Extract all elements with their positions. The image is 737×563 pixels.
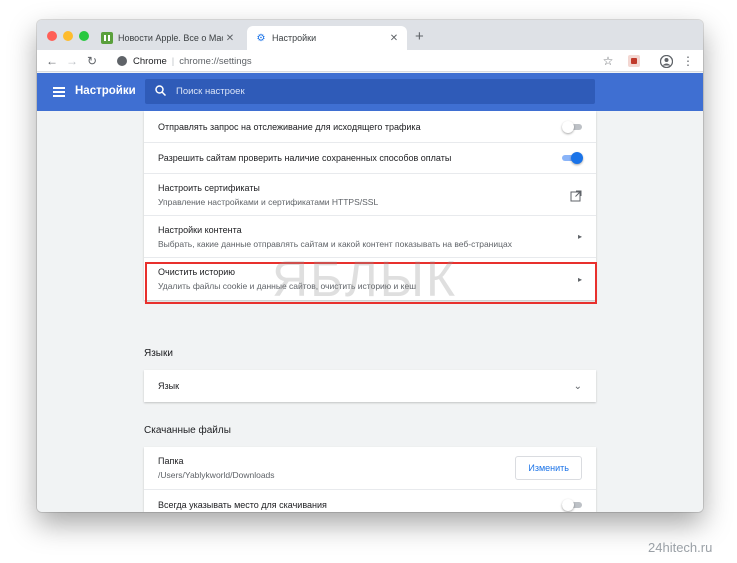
row-label: Язык <box>158 381 180 391</box>
row-sublabel: Выбрать, какие данные отправлять сайтам … <box>158 238 512 249</box>
certificates-row[interactable]: Настроить сертификаты Управление настрой… <box>144 173 596 215</box>
tab-news[interactable]: Новости Apple. Все о Mac, iPh ✕ <box>93 26 243 50</box>
languages-heading: Языки <box>144 348 173 359</box>
ask-location-row[interactable]: Всегда указывать место для скачивания <box>144 489 596 512</box>
change-folder-button[interactable]: Изменить <box>515 456 582 480</box>
settings-content: Отправлять запрос на отслеживание для ис… <box>37 111 703 512</box>
external-link-icon[interactable] <box>570 189 582 201</box>
source-credit: 24hitech.ru <box>648 540 713 555</box>
maximize-window-button[interactable] <box>79 31 89 41</box>
browser-toolbar: ← → ↻ Chrome | chrome://settings ☆ ⋮ <box>37 50 703 72</box>
chevron-down-icon[interactable]: ⌄ <box>574 381 582 392</box>
settings-search[interactable] <box>145 79 595 104</box>
close-tab-icon[interactable]: ✕ <box>223 33 237 44</box>
language-row[interactable]: Язык ⌄ <box>144 370 596 402</box>
downloads-heading: Скачанные файлы <box>144 425 231 436</box>
bookmark-star-icon[interactable]: ☆ <box>599 52 617 70</box>
new-tab-button[interactable]: + <box>415 28 424 45</box>
tab-strip: Новости Apple. Все о Mac, iPh ✕ ⚙ Настро… <box>37 20 703 50</box>
folder-path: /Users/Yablykworld/Downloads <box>158 470 275 480</box>
search-input[interactable] <box>176 86 556 97</box>
profile-avatar-icon[interactable] <box>657 52 675 70</box>
row-sublabel: Управление настройками и сертификатами H… <box>158 196 379 207</box>
green-site-favicon <box>101 32 113 44</box>
reload-icon[interactable]: ↻ <box>83 52 101 70</box>
row-label: Всегда указывать место для скачивания <box>158 500 327 510</box>
divider: | <box>171 55 175 67</box>
do-not-track-row[interactable]: Отправлять запрос на отслеживание для ис… <box>144 111 596 142</box>
minimize-window-button[interactable] <box>63 31 73 41</box>
watermark: ЯБЛЫК <box>272 251 458 307</box>
tab-settings[interactable]: ⚙ Настройки ✕ <box>247 26 407 50</box>
row-label: Настройки контента <box>158 224 242 235</box>
tab-title: Настройки <box>272 33 317 43</box>
ask-location-toggle[interactable] <box>562 499 582 511</box>
address-bar[interactable]: Chrome | chrome://settings <box>107 52 625 70</box>
folder-label: Папка <box>158 456 184 466</box>
hamburger-menu-icon[interactable] <box>53 87 65 97</box>
do-not-track-toggle[interactable] <box>562 120 582 133</box>
tab-title: Новости Apple. Все о Mac, iPh <box>118 33 223 43</box>
languages-card: Язык ⌄ <box>144 370 596 402</box>
row-label: Разрешить сайтам проверить наличие сохра… <box>158 153 452 163</box>
menu-kebab-icon[interactable]: ⋮ <box>679 52 697 70</box>
url-text: chrome://settings <box>179 55 252 67</box>
downloads-card: Папка /Users/Yablykworld/Downloads Измен… <box>144 447 596 512</box>
payment-methods-toggle[interactable] <box>562 152 583 164</box>
page-title: Настройки <box>75 85 136 97</box>
settings-gear-icon: ⚙ <box>256 32 266 44</box>
close-window-button[interactable] <box>47 31 57 41</box>
window-controls <box>47 31 89 41</box>
row-label: Настроить сертификаты <box>158 182 260 193</box>
close-tab-icon[interactable]: ✕ <box>387 33 401 44</box>
forward-arrow-icon[interactable]: → <box>63 52 81 70</box>
download-folder-row: Папка /Users/Yablykworld/Downloads Измен… <box>144 447 596 489</box>
payment-methods-row[interactable]: Разрешить сайтам проверить наличие сохра… <box>144 142 596 173</box>
search-icon <box>155 84 167 99</box>
row-label: Отправлять запрос на отслеживание для ис… <box>158 121 421 132</box>
back-arrow-icon[interactable]: ← <box>43 52 61 70</box>
extension-icon[interactable] <box>625 52 643 70</box>
settings-header: Настройки <box>37 73 703 111</box>
site-label: Chrome <box>133 55 167 67</box>
arrow-right-icon: ▸ <box>577 232 582 241</box>
chrome-site-icon <box>117 56 127 66</box>
